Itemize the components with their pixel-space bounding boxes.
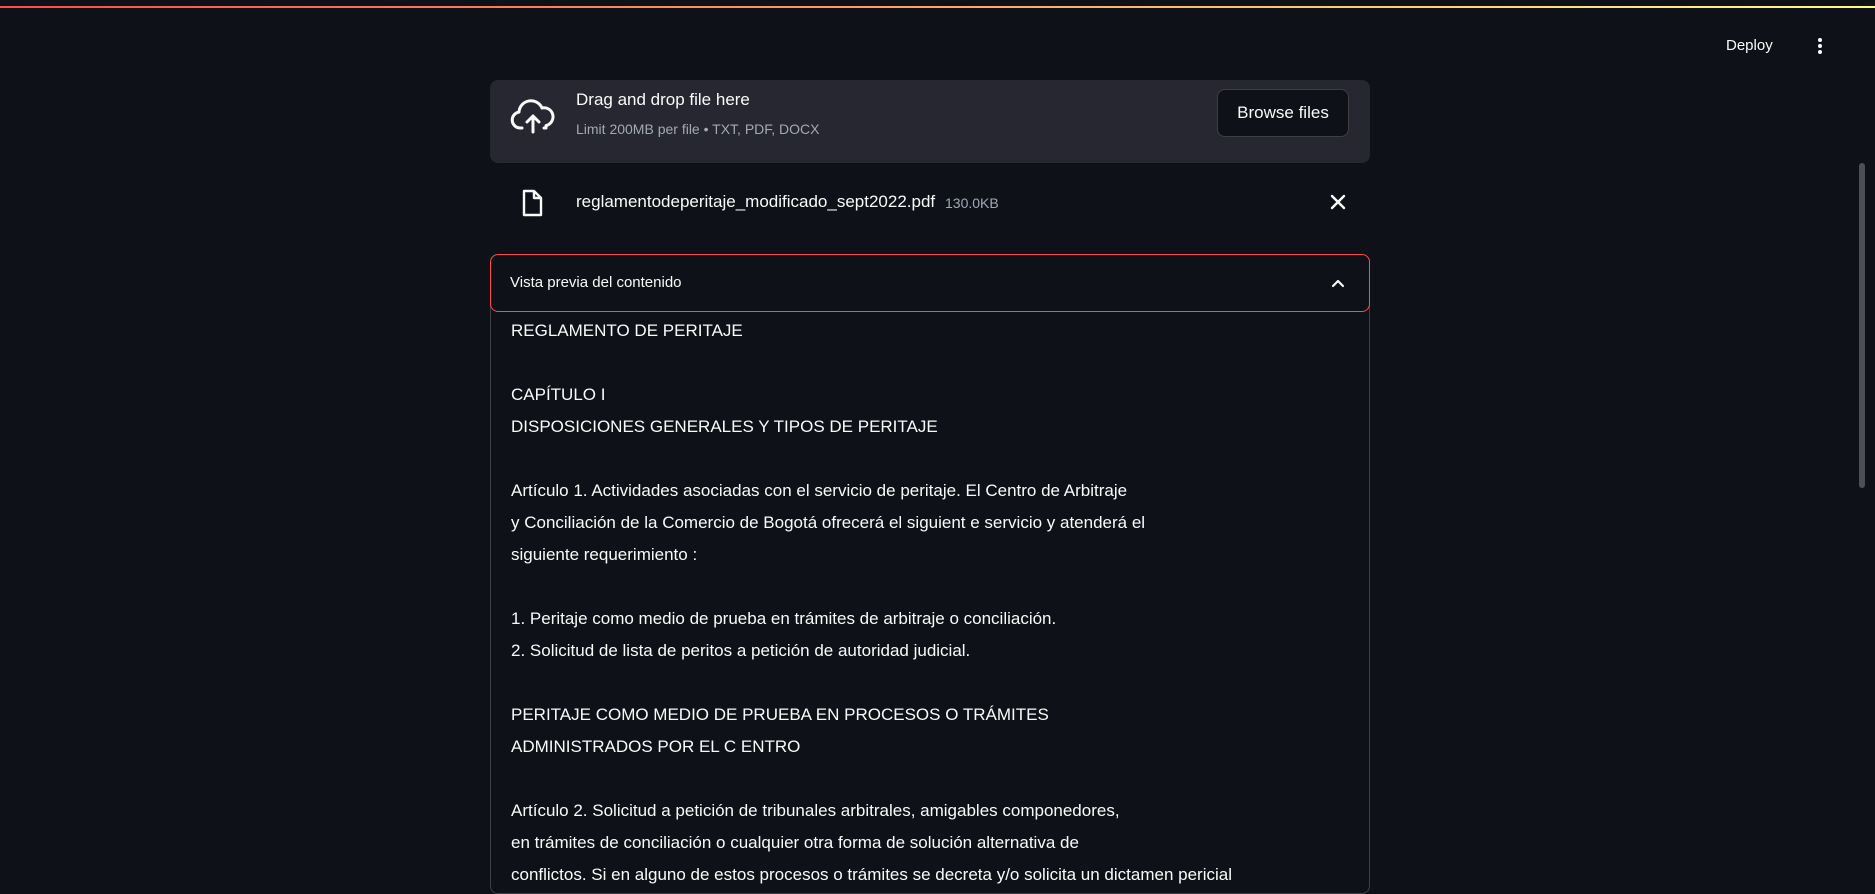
preview-line: DISPOSICIONES GENERALES Y TIPOS DE PERIT… bbox=[511, 417, 938, 436]
preview-line: Artículo 1. Actividades asociadas con el… bbox=[511, 481, 1128, 500]
preview-line bbox=[511, 347, 1351, 379]
file-icon bbox=[522, 189, 543, 217]
preview-line: PERITAJE COMO MEDIO DE PRUEBA EN PROCESO… bbox=[511, 705, 1049, 724]
preview-line: y Conciliación de la Comercio de Bogotá … bbox=[511, 513, 1146, 532]
dropzone-subtitle: Limit 200MB per file • TXT, PDF, DOCX bbox=[576, 121, 820, 137]
close-icon[interactable] bbox=[1328, 192, 1348, 212]
dropzone-title: Drag and drop file here bbox=[576, 90, 750, 109]
app-header bbox=[0, 8, 1875, 68]
preview-text: REGLAMENTO DE PERITAJE CAPÍTULO I DISPOSIC… bbox=[511, 315, 1351, 891]
preview-line: Artículo 2. Solicitud a petición de trib… bbox=[511, 801, 1120, 820]
preview-line: en trámites de conciliación o cualquier … bbox=[511, 833, 1079, 852]
file-name: reglamentodeperitaje_modificado_sept2022… bbox=[576, 192, 936, 211]
cloud-upload-icon bbox=[510, 99, 555, 134]
preview-line bbox=[511, 571, 1351, 603]
chevron-up-icon bbox=[1331, 279, 1345, 288]
preview-line: ADMINISTRADOS POR EL C ENTRO bbox=[511, 737, 801, 756]
preview-line: 2. Solicitud de lista de peritos a petic… bbox=[511, 641, 971, 660]
preview-line: conflictos. Si en alguno de estos proces… bbox=[511, 865, 1232, 884]
uploaded-file-row: reglamentodeperitaje_modificado_sept2022… bbox=[490, 180, 1370, 226]
expander-label: Vista previa del contenido bbox=[510, 274, 682, 291]
preview-line bbox=[511, 443, 1351, 475]
deploy-button[interactable]: Deploy bbox=[1718, 33, 1781, 58]
preview-line: 1. Peritaje como medio de prueba en trám… bbox=[511, 609, 1057, 628]
preview-line: CAPÍTULO I bbox=[511, 385, 606, 404]
preview-line bbox=[511, 667, 1351, 699]
browse-files-button[interactable]: Browse files bbox=[1217, 89, 1349, 137]
file-dropzone[interactable]: Drag and drop file here Limit 200MB per … bbox=[490, 80, 1370, 163]
file-size: 130.0KB bbox=[945, 195, 999, 211]
expander-header[interactable]: Vista previa del contenido bbox=[490, 254, 1370, 312]
preview-line: siguiente requerimiento : bbox=[511, 545, 698, 564]
preview-line: REGLAMENTO DE PERITAJE bbox=[511, 321, 743, 340]
content-preview-expander: Vista previa del contenido REGLAMENTO DE… bbox=[490, 254, 1370, 894]
preview-line bbox=[511, 763, 1351, 795]
main-menu-icon[interactable] bbox=[1816, 38, 1824, 58]
page-scrollbar[interactable] bbox=[1859, 163, 1865, 488]
header-decoration-mask bbox=[0, 0, 1875, 6]
